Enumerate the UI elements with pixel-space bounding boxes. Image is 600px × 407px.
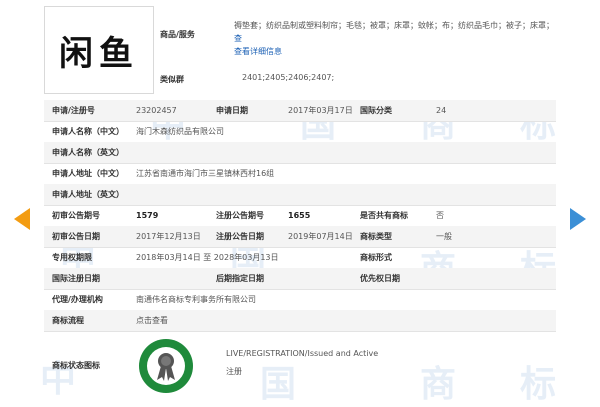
right-arrow-icon[interactable] xyxy=(570,208,586,230)
ribbon-badge-svg xyxy=(147,347,185,385)
shared-value: 否 xyxy=(436,211,444,220)
first-pub-date-value: 2017年12月13日 xyxy=(136,232,201,241)
row-agent: 代理/办理机构 南通伟名商标专利事务所有限公司 xyxy=(44,289,556,311)
address-cn-label: 申请人地址（中文） xyxy=(52,169,124,178)
status-en: LIVE/REGISTRATION/Issued and Active xyxy=(226,349,379,358)
trademark-logo-text: 闲鱼 xyxy=(59,33,139,74)
row-address-en: 申请人地址（英文） xyxy=(44,184,556,206)
goods-label: 商品/服务 xyxy=(160,30,195,39)
reg-pub-no-value: 1655 xyxy=(288,211,311,220)
trademark-detail-page: 中 国 商 标 中 国 商 标 中 国 商 标 闲鱼 商品/服务 褥垫套；纺织品… xyxy=(0,0,600,405)
reg-pub-date-value: 2019年07月14日 xyxy=(288,232,353,241)
address-cn-value: 江苏省南通市海门市三星镇林西村16组 xyxy=(136,169,275,178)
status-cn: 注册 xyxy=(226,367,242,376)
similar-group-label: 类似群 xyxy=(160,75,184,84)
class-value: 24 xyxy=(436,106,447,115)
row-pub-no: 初审公告期号 1579 注册公告期号 1655 是否共有商标 否 xyxy=(44,205,556,227)
agent-label: 代理/办理机构 xyxy=(52,295,103,304)
process-label: 商标流程 xyxy=(52,316,84,325)
row-pub-date: 初审公告日期 2017年12月13日 注册公告日期 2019年07月14日 商标… xyxy=(44,226,556,248)
trademark-image: 闲鱼 xyxy=(44,6,154,94)
left-arrow-icon[interactable] xyxy=(14,208,30,230)
reg-pub-date-label: 注册公告日期 xyxy=(216,232,264,241)
apply-date-label: 申请日期 xyxy=(216,106,248,115)
priority-label: 优先权日期 xyxy=(360,274,400,283)
goods-detail-link[interactable]: 查看详细信息 xyxy=(234,47,282,56)
first-pub-no-label: 初审公告期号 xyxy=(52,211,100,220)
row-address-cn: 申请人地址（中文） 江苏省南通市海门市三星镇林西村16组 xyxy=(44,163,556,185)
applicant-cn-label: 申请人名称（中文） xyxy=(52,127,124,136)
first-pub-date-label: 初审公告日期 xyxy=(52,232,100,241)
intl-reg-label: 国际注册日期 xyxy=(52,274,100,283)
shared-label: 是否共有商标 xyxy=(360,211,408,220)
apply-no-label: 申请/注册号 xyxy=(52,106,95,115)
applicant-cn-value: 海门木森纺织品有限公司 xyxy=(136,127,224,136)
similar-group-value: 2401;2405;2406;2407; xyxy=(242,73,335,82)
row-apply-no: 申请/注册号 23202457 申请日期 2017年03月17日 国际分类 24 xyxy=(44,100,556,122)
goods-text: 褥垫套；纺织品制或塑料制帘；毛毯；被罩；床罩；蚊帐；布；纺织品毛巾；被子；床罩； xyxy=(234,21,554,30)
apply-no-value: 23202457 xyxy=(136,106,177,115)
row-status: 商标状态图标 LIVE/REGISTRATION/Issued and Acti… xyxy=(44,331,556,400)
row-applicant-cn: 申请人名称（中文） 海门木森纺织品有限公司 xyxy=(44,121,556,143)
apply-date-value: 2017年03月17日 xyxy=(288,106,353,115)
mark-form-label: 商标形式 xyxy=(360,253,392,262)
row-exclusive: 专用权期限 2018年03月14日 至 2028年03月13日 商标形式 xyxy=(44,247,556,269)
exclusive-label: 专用权期限 xyxy=(52,253,92,262)
first-pub-no-value: 1579 xyxy=(136,211,159,220)
ribbon-badge-icon xyxy=(139,339,193,393)
row-applicant-en: 申请人名称（英文） xyxy=(44,142,556,164)
reg-pub-no-label: 注册公告期号 xyxy=(216,211,264,220)
class-label: 国际分类 xyxy=(360,106,392,115)
process-link[interactable]: 点击查看 xyxy=(136,310,168,331)
applicant-en-label: 申请人名称（英文） xyxy=(52,148,124,157)
status-label: 商标状态图标 xyxy=(52,361,100,370)
later-date-label: 后期指定日期 xyxy=(216,274,264,283)
goods-more-link[interactable]: 查 xyxy=(234,34,242,43)
mark-type-label: 商标类型 xyxy=(360,232,392,241)
row-dates: 国际注册日期 后期指定日期 优先权日期 xyxy=(44,268,556,290)
row-process: 商标流程 点击查看 xyxy=(44,310,556,332)
mark-type-value: 一般 xyxy=(436,232,452,241)
exclusive-value: 2018年03月14日 至 2028年03月13日 xyxy=(136,253,279,262)
agent-value: 南通伟名商标专利事务所有限公司 xyxy=(136,295,256,304)
goods-value: 褥垫套；纺织品制或塑料制帘；毛毯；被罩；床罩；蚊帐；布；纺织品毛巾；被子；床罩；… xyxy=(234,19,556,58)
address-en-label: 申请人地址（英文） xyxy=(52,190,124,199)
